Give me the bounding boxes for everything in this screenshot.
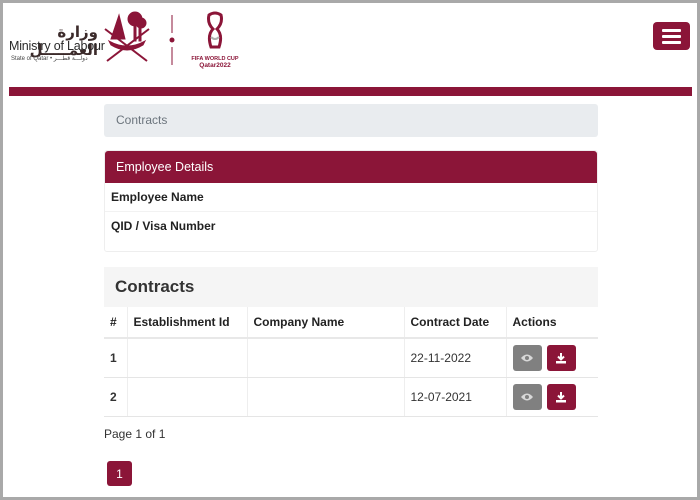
column-header-index: # — [104, 307, 128, 339]
row-index: 2 — [104, 377, 128, 417]
view-contract-button[interactable] — [512, 383, 542, 410]
establishment-id-cell — [127, 377, 248, 417]
eye-icon — [521, 393, 533, 400]
download-contract-button[interactable] — [546, 344, 576, 371]
hamburger-line — [662, 34, 681, 38]
column-header-establishment-id: Establishment Id — [127, 307, 248, 339]
contracts-title: Contracts — [104, 267, 598, 307]
view-contract-button[interactable] — [512, 344, 542, 371]
download-icon — [556, 391, 567, 402]
actions-cell — [506, 338, 598, 378]
world-cup-trophy-icon — [207, 11, 223, 49]
header-divider — [169, 15, 175, 65]
qid-visa-row: QID / Visa Number — [111, 219, 216, 233]
contracts-section: Contracts # Establishment Id Company Nam… — [104, 267, 598, 417]
row-index: 1 — [104, 338, 128, 378]
actions-cell — [506, 377, 598, 417]
breadcrumb: Contracts — [104, 104, 598, 137]
download-icon — [556, 352, 567, 364]
world-cup-logo: FIFA WORLD CUP Qatar2022 — [191, 11, 239, 69]
site-header: وزارة العمـــــل Ministry of Labour Stat… — [3, 3, 697, 87]
table-header-row: # Establishment Id Company Name Contract… — [104, 307, 598, 339]
menu-toggle-button[interactable] — [653, 22, 690, 50]
breadcrumb-current: Contracts — [116, 113, 168, 127]
column-header-company-name: Company Name — [247, 307, 405, 339]
table-row: 1 22-11-2022 — [104, 338, 598, 378]
contracts-table: # Establishment Id Company Name Contract… — [104, 307, 598, 417]
contract-date-cell: 22-11-2022 — [404, 338, 507, 378]
table-row: 2 12-07-2021 — [104, 377, 598, 417]
pagination-summary: Page 1 of 1 — [104, 427, 166, 441]
world-cup-text-2: Qatar2022 — [199, 62, 231, 69]
company-name-cell — [247, 338, 405, 378]
download-contract-button[interactable] — [546, 383, 576, 410]
pagination-page-1[interactable]: 1 — [107, 461, 132, 486]
eye-icon — [521, 354, 533, 362]
qatar-emblem-icon — [104, 11, 150, 62]
employee-name-row: Employee Name — [105, 183, 597, 212]
contract-date-cell: 12-07-2021 — [404, 377, 507, 417]
ministry-name-english: Ministry of Labour — [9, 39, 105, 53]
employee-details-card: Employee Details Employee Name QID / Vis… — [104, 150, 598, 252]
establishment-id-cell — [127, 338, 248, 378]
employee-details-header: Employee Details — [105, 151, 597, 183]
hamburger-line — [662, 40, 681, 44]
hamburger-menu-icon — [662, 28, 681, 32]
column-header-contract-date: Contract Date — [404, 307, 507, 339]
header-accent-bar — [9, 87, 692, 96]
company-name-cell — [247, 377, 405, 417]
ministry-subtitle: State of Qatar • دولـــة قطـــر — [11, 56, 88, 62]
column-header-actions: Actions — [506, 307, 598, 339]
